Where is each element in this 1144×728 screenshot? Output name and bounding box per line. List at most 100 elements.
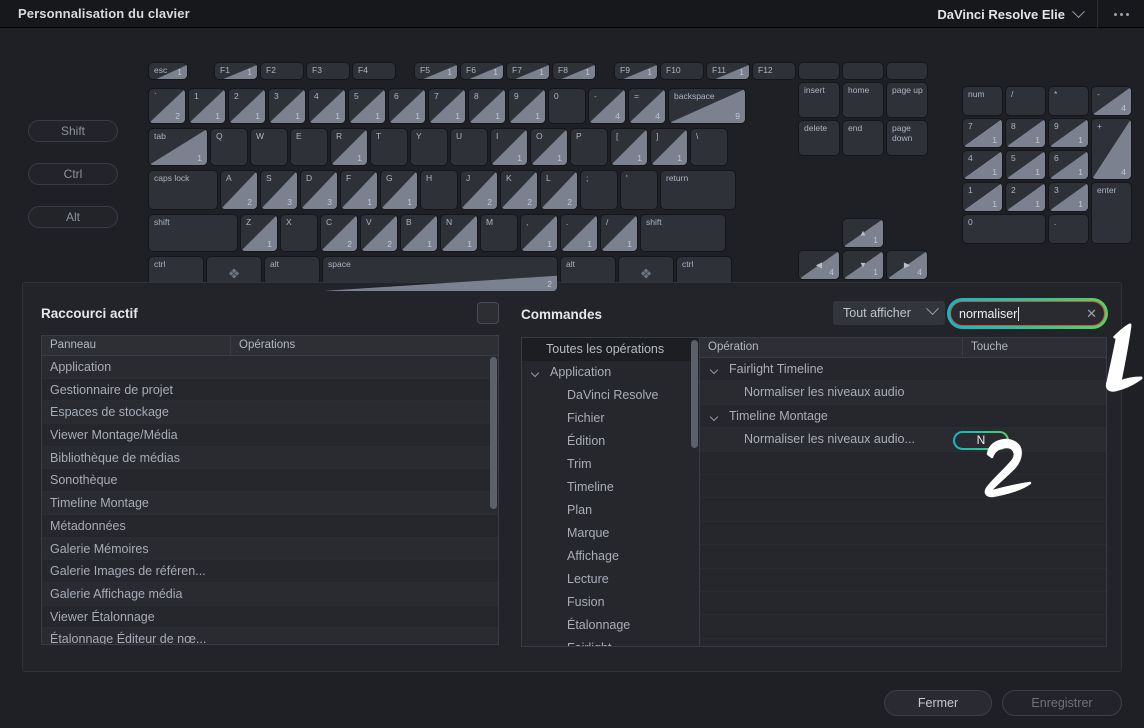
key-4[interactable]: 41 xyxy=(308,88,346,124)
key-_[interactable]: ; xyxy=(580,170,618,210)
key-_[interactable]: .1 xyxy=(560,214,598,252)
active-shortcut-row[interactable]: Bibliothèque de médias xyxy=(42,446,498,470)
active-shortcut-row[interactable]: Étalonnage Éditeur de nœ... xyxy=(42,628,498,644)
commands-tree-item[interactable]: Toutes les opérations xyxy=(522,338,699,361)
key-_[interactable]: \ xyxy=(690,128,728,166)
key-_[interactable]: ` 2 xyxy=(148,88,186,124)
key-z[interactable]: Z1 xyxy=(240,214,278,252)
commands-tree-item[interactable]: DaVinci Resolve xyxy=(522,384,699,407)
active-shortcut-row[interactable]: Métadonnées xyxy=(42,514,498,538)
key-num[interactable]: num xyxy=(962,86,1003,116)
key-9[interactable]: 91 xyxy=(1048,118,1089,148)
modifier-alt-button[interactable]: Alt xyxy=(28,206,118,228)
commands-tree[interactable]: Toutes les opérations Application DaVinci … xyxy=(522,338,700,646)
filter-dropdown[interactable]: Tout afficher xyxy=(833,301,945,325)
key-esc[interactable]: esc 1 xyxy=(148,62,188,80)
key-enter[interactable]: enter xyxy=(1091,182,1132,244)
key-home[interactable]: home xyxy=(842,82,884,118)
key-j[interactable]: J2 xyxy=(460,170,498,210)
key-u[interactable]: U xyxy=(450,128,488,166)
key-0[interactable]: 0 xyxy=(962,214,1046,244)
key-7[interactable]: 71 xyxy=(962,118,1003,148)
active-shortcut-row[interactable]: Application xyxy=(42,356,498,379)
operation-row[interactable]: Timeline Montage xyxy=(700,404,1106,429)
key-f8[interactable]: F8 1 xyxy=(552,62,596,80)
key-f5[interactable]: F5 1 xyxy=(414,62,458,80)
search-input[interactable]: normaliser ✕ xyxy=(950,301,1105,326)
key-f4[interactable]: F4 xyxy=(352,62,396,80)
key-return[interactable]: return xyxy=(660,170,736,210)
key-f7[interactable]: F7 1 xyxy=(506,62,550,80)
key-shift[interactable]: shift xyxy=(640,214,726,252)
key-h[interactable]: H xyxy=(420,170,458,210)
active-shortcut-row[interactable]: Sonothèque xyxy=(42,469,498,493)
key-end[interactable]: end xyxy=(842,120,884,156)
left-table-scrollbar[interactable] xyxy=(490,357,497,509)
key-f10[interactable]: F10 xyxy=(660,62,704,80)
key-3[interactable]: 31 xyxy=(268,88,306,124)
key-_[interactable]: = 4 xyxy=(628,88,666,124)
key-f1[interactable]: F1 1 xyxy=(214,62,258,80)
key-w[interactable]: W xyxy=(250,128,288,166)
key-e[interactable]: E xyxy=(290,128,328,166)
key-9[interactable]: 91 xyxy=(508,88,546,124)
key-caps_lock[interactable]: caps lock xyxy=(148,170,218,210)
commands-tree-item[interactable]: Plan xyxy=(522,499,699,522)
column-header-operations[interactable]: Opérations xyxy=(230,336,498,355)
key-insert[interactable]: insert xyxy=(798,82,840,118)
key-c[interactable]: C2 xyxy=(320,214,358,252)
key-backspace[interactable]: backspace 9 xyxy=(668,88,746,124)
commands-tree-item[interactable]: Fairlight xyxy=(522,637,699,646)
key-_[interactable]: +4 xyxy=(1091,118,1132,180)
key-8[interactable]: 81 xyxy=(468,88,506,124)
commands-tree-item[interactable]: Timeline xyxy=(522,476,699,499)
commands-tree-item[interactable]: Marque xyxy=(522,522,699,545)
key-_[interactable]: ,1 xyxy=(520,214,558,252)
modifier-ctrl-button[interactable]: Ctrl xyxy=(28,163,118,185)
key-_[interactable]: ] 1 xyxy=(650,128,688,166)
key-arrow-up-key[interactable]: ▲ 1 xyxy=(842,218,884,248)
commands-tree-item[interactable]: Affichage xyxy=(522,545,699,568)
key-o[interactable]: O1 xyxy=(530,128,568,166)
key-_[interactable]: -4 xyxy=(1091,86,1132,116)
key-x[interactable]: X xyxy=(280,214,318,252)
key-t[interactable]: T xyxy=(370,128,408,166)
key-8[interactable]: 81 xyxy=(1005,118,1046,148)
key-_[interactable]: . xyxy=(1048,214,1089,244)
modifier-shift-button[interactable]: Shift xyxy=(28,120,118,142)
key-_[interactable]: / xyxy=(1005,86,1046,116)
key-b[interactable]: B1 xyxy=(400,214,438,252)
key-1[interactable]: 11 xyxy=(962,182,1003,212)
active-shortcut-row[interactable]: Galerie Mémoires xyxy=(42,537,498,561)
key-_[interactable]: ' xyxy=(620,170,658,210)
key-arrow-left-key[interactable]: ◀ 4 xyxy=(798,250,840,280)
commands-tree-item[interactable]: Étalonnage xyxy=(522,614,699,637)
tree-scrollbar[interactable] xyxy=(691,340,698,448)
column-header-panneau[interactable]: Panneau xyxy=(42,336,230,355)
key-2[interactable]: 21 xyxy=(1005,182,1046,212)
key-s[interactable]: S3 xyxy=(260,170,298,210)
key-g[interactable]: G1 xyxy=(380,170,418,210)
key-i[interactable]: I1 xyxy=(490,128,528,166)
key-5[interactable]: 51 xyxy=(348,88,386,124)
key-delete[interactable]: delete xyxy=(798,120,840,156)
key-6[interactable]: 61 xyxy=(1048,150,1089,180)
active-shortcut-row[interactable]: Viewer Montage/Média xyxy=(42,424,498,447)
active-shortcut-row[interactable]: Galerie Images de référen... xyxy=(42,560,498,583)
key-page_down[interactable]: page down xyxy=(886,120,928,156)
active-shortcut-table[interactable]: Panneau Opérations Application Gestionnai… xyxy=(41,335,499,645)
chevron-down-icon[interactable] xyxy=(709,365,719,375)
key-p[interactable]: P xyxy=(570,128,608,166)
key-arrow-right-key[interactable]: ▶ 4 xyxy=(886,250,928,280)
commands-tree-item[interactable]: Lecture xyxy=(522,568,699,591)
key-0[interactable]: 0 xyxy=(548,88,586,124)
key-shift[interactable]: shift xyxy=(148,214,238,252)
key-f11[interactable]: F11 1 xyxy=(706,62,750,80)
column-header-touche[interactable]: Touche xyxy=(962,338,1106,357)
key-page_up[interactable]: page up xyxy=(886,82,928,118)
commands-tree-item[interactable]: Fusion xyxy=(522,591,699,614)
chevron-down-icon[interactable] xyxy=(709,412,719,422)
key-_[interactable]: -4 xyxy=(588,88,626,124)
close-button[interactable]: Fermer xyxy=(884,690,992,716)
active-shortcut-row[interactable]: Timeline Montage xyxy=(42,492,498,515)
